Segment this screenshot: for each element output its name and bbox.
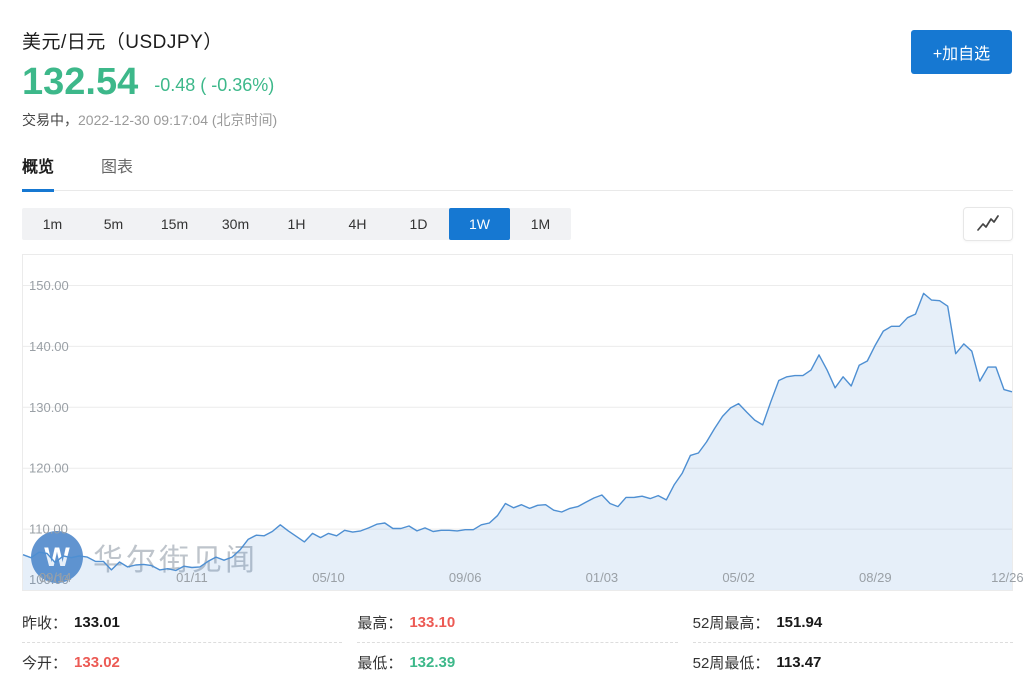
- price-chart[interactable]: W 华尔街见闻 150.00140.00130.00120.00110.0010…: [22, 254, 1013, 591]
- stats-column: 52周最高： 151.94 52周最低： 113.47: [693, 603, 1013, 682]
- stat-value: 133.02: [74, 654, 120, 671]
- stat-value: 151.94: [776, 614, 822, 631]
- add-watchlist-button[interactable]: +加自选: [911, 30, 1012, 74]
- interval-1w[interactable]: 1W: [449, 208, 510, 240]
- instrument-header: 美元/日元（USDJPY） +加自选 132.54 -0.48 ( -0.36%…: [22, 0, 1013, 130]
- interval-1m-month[interactable]: 1M: [510, 208, 571, 240]
- price-area-chart: 150.00140.00130.00120.00110.00100.0009/1…: [23, 255, 1012, 590]
- stat-value: 133.10: [409, 614, 455, 631]
- svg-text:05/02: 05/02: [722, 570, 755, 585]
- interval-5m[interactable]: 5m: [83, 208, 144, 240]
- stat-52w-high: 52周最高： 151.94: [693, 603, 1013, 643]
- stat-high: 最高： 133.10: [357, 603, 677, 643]
- stat-label: 最高：: [357, 612, 402, 633]
- view-tabs: 概览 图表: [22, 153, 1013, 191]
- svg-text:09/14: 09/14: [39, 570, 72, 585]
- chart-toolbar: 1m 5m 15m 30m 1H 4H 1D 1W 1M: [22, 207, 1013, 241]
- instrument-title: 美元/日元（USDJPY）: [22, 27, 1013, 54]
- stat-label: 52周最低：: [693, 652, 770, 673]
- stat-label: 最低：: [357, 652, 402, 673]
- interval-4h[interactable]: 4H: [327, 208, 388, 240]
- trading-status: 交易中，: [22, 112, 78, 128]
- tab-chart[interactable]: 图表: [101, 153, 133, 190]
- chart-type-button[interactable]: [963, 207, 1013, 241]
- interval-selector: 1m 5m 15m 30m 1H 4H 1D 1W 1M: [22, 208, 571, 240]
- svg-text:110.00: 110.00: [29, 522, 68, 537]
- line-chart-icon: [976, 215, 1000, 233]
- interval-1h[interactable]: 1H: [266, 208, 327, 240]
- svg-text:01/11: 01/11: [176, 570, 208, 585]
- svg-text:09/06: 09/06: [449, 570, 482, 585]
- stats-column: 昨收： 133.01 今开： 133.02: [22, 603, 342, 682]
- quote-stats: 昨收： 133.01 今开： 133.02 最高： 133.10 最低： 132…: [22, 603, 1013, 682]
- interval-1d[interactable]: 1D: [388, 208, 449, 240]
- quote-timestamp: 2022-12-30 09:17:04 (北京时间): [78, 112, 277, 128]
- svg-text:08/29: 08/29: [859, 570, 892, 585]
- stat-label: 昨收：: [22, 612, 67, 633]
- last-price: 132.54: [22, 63, 138, 101]
- stat-prev-close: 昨收： 133.01: [22, 603, 342, 643]
- stat-low: 最低： 132.39: [357, 643, 677, 682]
- tab-overview[interactable]: 概览: [22, 153, 54, 192]
- svg-text:150.00: 150.00: [29, 278, 69, 293]
- stat-open: 今开： 133.02: [22, 643, 342, 682]
- svg-text:01/03: 01/03: [586, 570, 619, 585]
- stat-value: 133.01: [74, 614, 120, 631]
- price-change: -0.48 ( -0.36%): [154, 75, 274, 101]
- svg-text:120.00: 120.00: [29, 461, 69, 476]
- stat-52w-low: 52周最低： 113.47: [693, 643, 1013, 682]
- stat-value: 132.39: [409, 654, 455, 671]
- interval-30m[interactable]: 30m: [205, 208, 266, 240]
- svg-text:05/10: 05/10: [312, 570, 345, 585]
- svg-text:12/26: 12/26: [991, 570, 1024, 585]
- stat-label: 52周最高：: [693, 612, 770, 633]
- stat-value: 113.47: [776, 654, 821, 671]
- stat-label: 今开：: [22, 652, 67, 673]
- quote-page: 美元/日元（USDJPY） +加自选 132.54 -0.48 ( -0.36%…: [0, 0, 1024, 682]
- svg-text:140.00: 140.00: [29, 339, 69, 354]
- svg-text:130.00: 130.00: [29, 400, 69, 415]
- interval-1m[interactable]: 1m: [22, 208, 83, 240]
- stats-column: 最高： 133.10 最低： 132.39: [357, 603, 677, 682]
- interval-15m[interactable]: 15m: [144, 208, 205, 240]
